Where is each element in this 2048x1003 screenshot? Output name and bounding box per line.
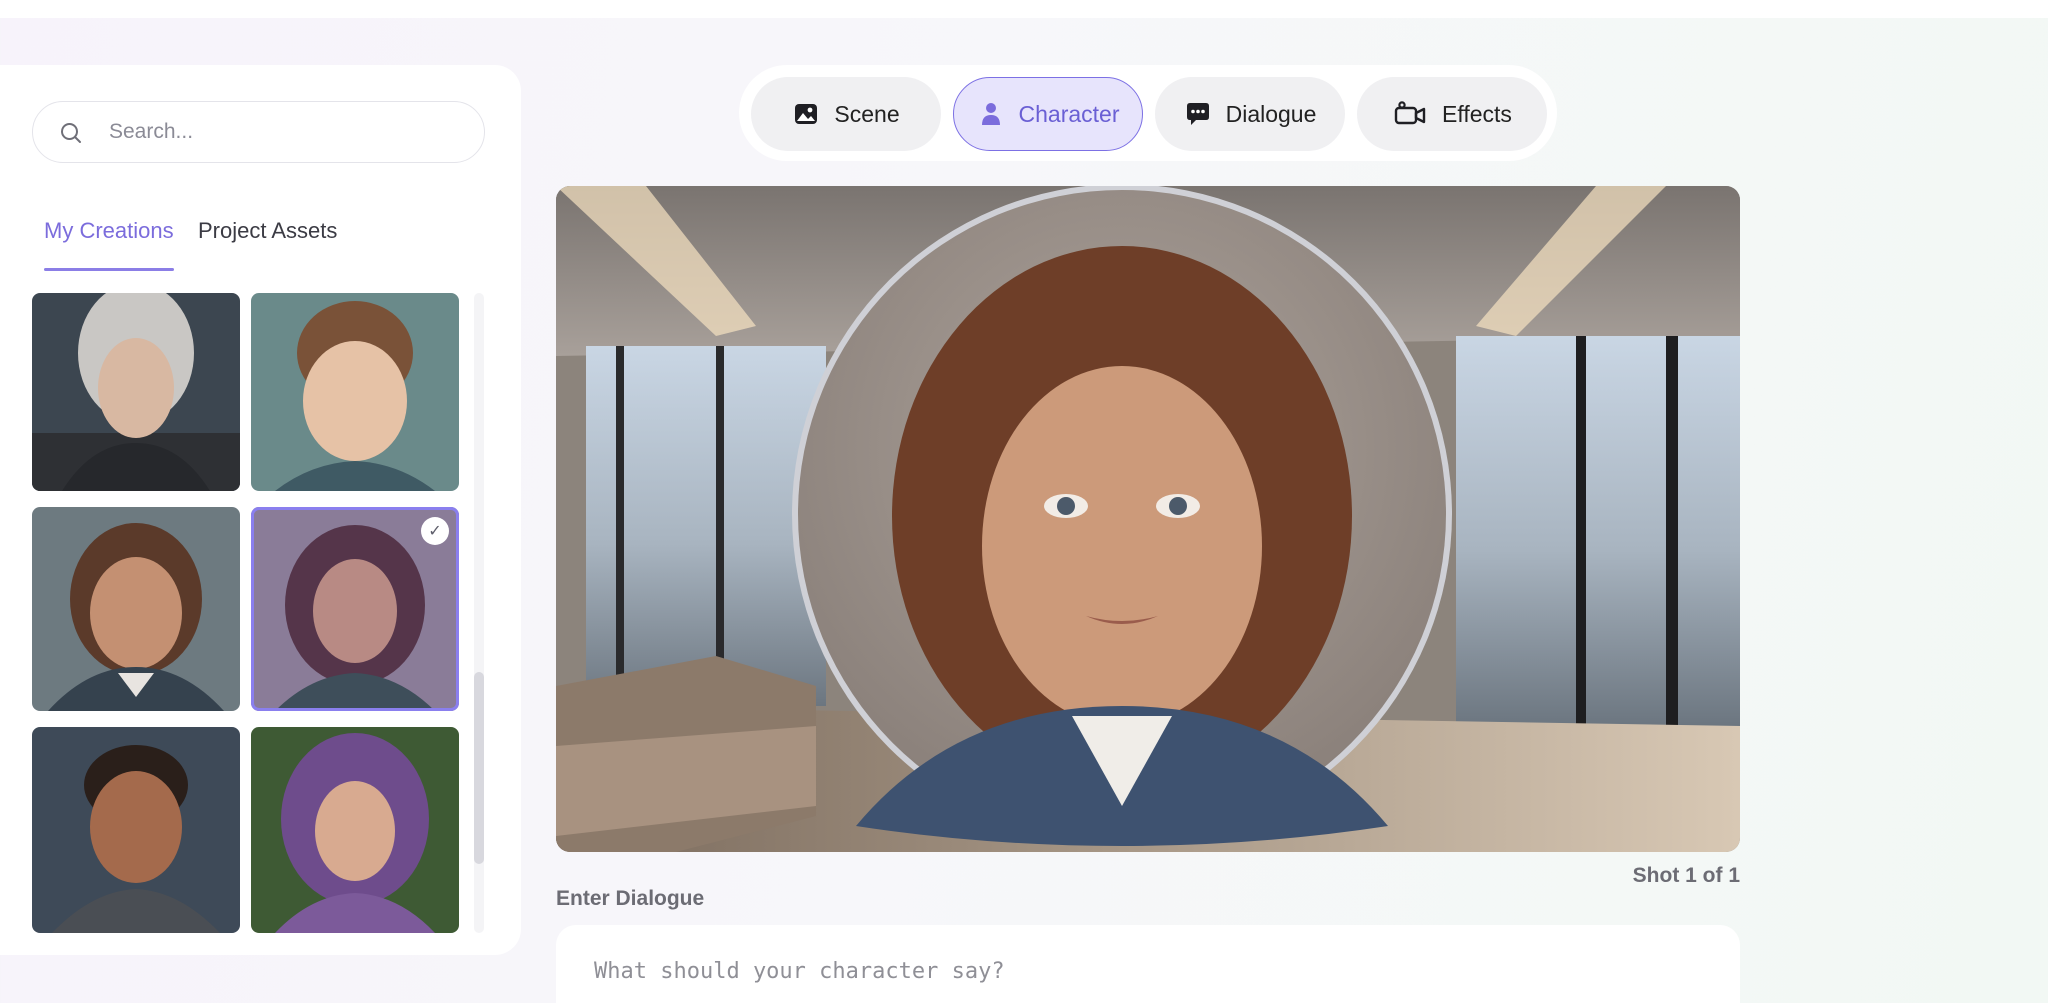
creation-thumb-young-boy[interactable] <box>251 293 459 491</box>
shot-counter: Shot 1 of 1 <box>1632 864 1740 887</box>
dialogue-box[interactable] <box>556 925 1740 1003</box>
image-icon <box>795 104 818 124</box>
creation-thumb-young-man-in-rain[interactable] <box>32 727 240 933</box>
top-strip <box>0 0 2048 18</box>
scene-button-label: Scene <box>834 100 900 127</box>
scene-canvas <box>556 186 1740 852</box>
creation-thumb-white-haired-girl[interactable] <box>32 293 240 491</box>
portrait-image <box>251 727 459 933</box>
person-icon <box>981 103 1000 125</box>
chat-bubble-icon <box>1186 103 1209 125</box>
creation-thumb-purple-haired-girl[interactable] <box>251 727 459 933</box>
portrait-image <box>32 293 240 491</box>
scene-preview[interactable] <box>556 186 1740 852</box>
scrollbar-thumb[interactable] <box>474 672 484 864</box>
dialogue-label: Enter Dialogue <box>556 887 705 910</box>
dialogue-button-label: Dialogue <box>1225 100 1317 127</box>
portrait-image <box>32 727 240 933</box>
creation-thumb-elderly-woman[interactable] <box>32 507 240 711</box>
search-box[interactable] <box>32 101 485 163</box>
portrait-image <box>32 507 240 711</box>
search-icon <box>61 123 81 143</box>
character-button[interactable]: Character <box>953 77 1143 151</box>
scene-button[interactable]: Scene <box>751 77 941 151</box>
camera-icon <box>1394 101 1426 125</box>
creations-grid: ✓ <box>32 293 462 993</box>
character-button-label: Character <box>1018 100 1120 127</box>
dialogue-button[interactable]: Dialogue <box>1155 77 1345 151</box>
effects-button-label: Effects <box>1442 100 1512 127</box>
mode-toolbar: Scene Character Dialogue Effects <box>739 65 1557 161</box>
creation-thumb-brown-haired-woman[interactable]: ✓ <box>251 507 459 711</box>
search-input[interactable] <box>109 112 449 152</box>
asset-sidebar: My Creations Project Assets <box>0 65 521 955</box>
tab-my-creations[interactable]: My Creations <box>44 215 174 271</box>
tab-project-assets[interactable]: Project Assets <box>198 215 337 271</box>
portrait-image <box>251 293 459 491</box>
selected-check-icon: ✓ <box>421 517 449 545</box>
dialogue-input[interactable] <box>594 951 1694 991</box>
effects-button[interactable]: Effects <box>1357 77 1547 151</box>
